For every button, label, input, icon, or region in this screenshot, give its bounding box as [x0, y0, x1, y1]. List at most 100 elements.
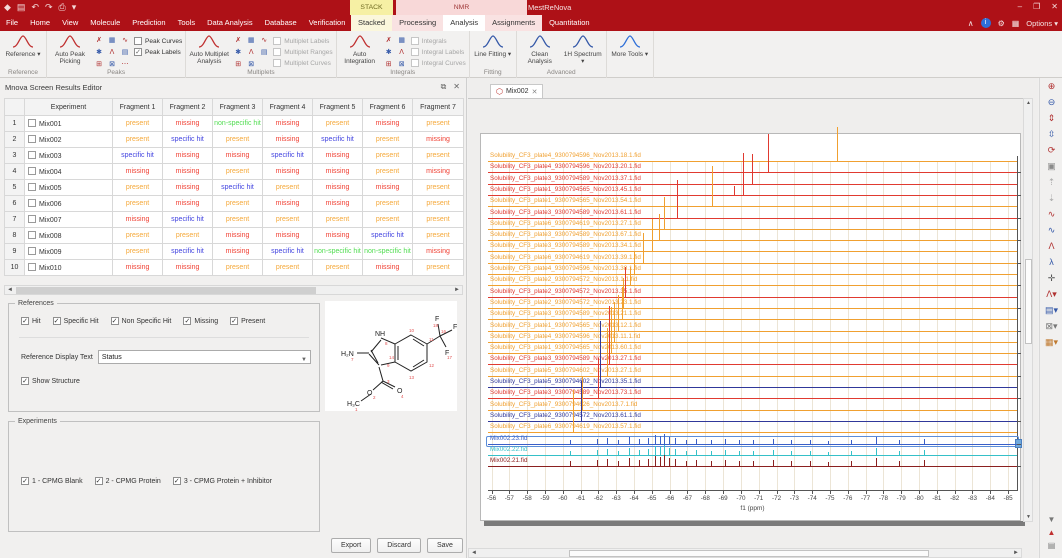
spectrum-trace-15[interactable]: [488, 307, 1017, 309]
status-cell[interactable]: present: [212, 259, 263, 276]
small-tool-icon[interactable]: ✗: [93, 35, 105, 46]
spectrum-trace-18[interactable]: [488, 274, 1017, 275]
scroll-up-icon[interactable]: ▲: [1024, 100, 1033, 106]
small-tool-icon[interactable]: ▤: [119, 47, 131, 58]
stacked-spectra-plot[interactable]: -56 -57 -58 -59 -60 -61 -62 -63 -64 -65 -66 -67 -68 -…: [486, 127, 1031, 512]
spectrum-trace-17[interactable]: [488, 285, 1017, 287]
vertical-scrollbar-thumb[interactable]: [1025, 259, 1032, 344]
status-cell[interactable]: missing: [262, 195, 313, 212]
print-icon[interactable]: ⎙: [59, 1, 66, 14]
status-cell[interactable]: present: [412, 227, 464, 244]
undo-icon[interactable]: ↶: [31, 1, 39, 14]
spectrum-trace-8[interactable]: [488, 387, 1017, 388]
status-cell[interactable]: missing: [212, 147, 263, 164]
experiment-cell[interactable]: Mix010: [24, 259, 113, 276]
column-header-row-number[interactable]: [4, 98, 25, 116]
spectrum-trace-10[interactable]: [488, 364, 1017, 366]
table-row-mix009[interactable]: 9 Mix009 present specific hit missing specifi…: [4, 243, 464, 260]
status-cell[interactable]: missing: [162, 259, 213, 276]
spectrum-label-8[interactable]: Solubility_CF3_plate5_9300794602_Nov2013…: [490, 378, 641, 385]
spectrum-label-6[interactable]: Solubility_CF3_plate7_9300794626_Nov2013…: [490, 401, 637, 408]
status-cell[interactable]: missing: [262, 131, 313, 148]
experiment-cell[interactable]: Mix002: [24, 131, 113, 148]
status-cell[interactable]: present: [112, 195, 163, 212]
status-cell[interactable]: specific hit: [212, 179, 263, 196]
table-row-mix003[interactable]: 3 Mix003 specific hit missing missing specifi…: [4, 147, 464, 164]
status-cell[interactable]: missing: [112, 259, 163, 276]
horizontal-scrollbar[interactable]: ◄ ►: [468, 548, 1022, 558]
status-cell[interactable]: present: [162, 227, 213, 244]
reference-button[interactable]: Reference ▾: [3, 33, 43, 68]
auto-integration-button[interactable]: Auto Integration: [340, 33, 380, 68]
status-cell[interactable]: missing: [312, 163, 363, 180]
small-tool-icon[interactable]: ▦: [396, 35, 408, 46]
small-tool-icon[interactable]: ∿: [258, 35, 270, 46]
status-cell[interactable]: missing: [412, 243, 464, 260]
restore-button[interactable]: ❐: [1033, 1, 1040, 13]
clean-analysis-button[interactable]: Clean Analysis: [520, 33, 560, 68]
status-cell[interactable]: present: [212, 131, 263, 148]
column-header-fragment-3[interactable]: Fragment 3: [212, 98, 263, 116]
horizontal-scrollbar-thumb[interactable]: [569, 550, 929, 557]
status-cell[interactable]: non-specific hit: [312, 243, 363, 260]
spectrum-label-10[interactable]: Solubility_CF3_plate3_9300794589_Nov2013…: [490, 355, 641, 362]
table-row-mix002[interactable]: 2 Mix002 present specific hit present missing…: [4, 131, 464, 148]
checkbox-box[interactable]: ✓: [183, 317, 192, 325]
menu-item-tools[interactable]: Tools: [172, 15, 202, 31]
status-cell[interactable]: specific hit: [312, 131, 363, 148]
gallery-menu-icon[interactable]: ▦▾: [1040, 334, 1062, 350]
spectrum-label-25[interactable]: Solubility_CF3_plate1_9300794565_Nov2013…: [490, 186, 641, 193]
spectrum-trace-25[interactable]: [488, 194, 1017, 196]
spectrum-trace-4[interactable]: [488, 432, 1017, 434]
spectrum-trace-26[interactable]: [488, 183, 1017, 185]
column-header-fragment-2[interactable]: Fragment 2: [162, 98, 213, 116]
small-tool-icon[interactable]: ▦: [245, 35, 257, 46]
status-cell[interactable]: present: [112, 131, 163, 148]
checkbox-box[interactable]: ✓: [94, 477, 103, 485]
status-cell[interactable]: missing: [162, 179, 213, 196]
scroll-right-icon[interactable]: ►: [452, 286, 462, 295]
checkbox-missing[interactable]: ✓ Missing: [183, 317, 218, 325]
checkbox-box[interactable]: ✓: [21, 377, 29, 385]
table-horizontal-scrollbar[interactable]: ◄ ►: [4, 285, 463, 295]
status-cell[interactable]: present: [262, 259, 313, 276]
small-tool-icon[interactable]: ✱: [232, 47, 244, 58]
spectrum-trace-14[interactable]: [488, 319, 1017, 321]
spectrum-label-7[interactable]: Solubility_CF3_plate3_9300794589_Nov2013…: [490, 389, 641, 396]
checkbox-box[interactable]: ✓: [134, 48, 142, 56]
status-cell[interactable]: specific hit: [162, 211, 213, 228]
status-cell[interactable]: missing: [312, 227, 363, 244]
row-checkbox[interactable]: [28, 215, 36, 223]
table-row-mix007[interactable]: 7 Mix007 missing specific hit present present…: [4, 211, 464, 228]
table-row-mix010[interactable]: 10 Mix010 missing missing present present pres…: [4, 259, 464, 276]
spectrum-trace-11[interactable]: [488, 353, 1017, 355]
checkbox-present[interactable]: ✓ Present: [230, 317, 265, 325]
menu-item-file[interactable]: File: [0, 15, 24, 31]
column-header-fragment-1[interactable]: Fragment 1: [112, 98, 163, 116]
spectrum-trace-3[interactable]: [488, 443, 1017, 445]
column-header-experiment[interactable]: Experiment: [24, 98, 113, 116]
status-cell[interactable]: missing: [212, 227, 263, 244]
gear-icon[interactable]: ⚙: [998, 16, 1005, 31]
peak-by-peak-icon[interactable]: λ: [1040, 254, 1062, 270]
info-icon[interactable]: i: [980, 18, 991, 28]
small-tool-icon[interactable]: Λ: [245, 47, 257, 58]
column-header-fragment-4[interactable]: Fragment 4: [262, 98, 313, 116]
column-header-fragment-5[interactable]: Fragment 5: [312, 98, 363, 116]
quick-access-dropdown-icon[interactable]: ▾: [72, 1, 77, 14]
row-checkbox[interactable]: [28, 167, 36, 175]
menu-item-home[interactable]: Home: [24, 15, 56, 31]
document-tab-mix002[interactable]: ⬡ Mix002 ✕: [490, 84, 544, 98]
row-checkbox[interactable]: [28, 151, 36, 159]
checkbox-2-cpmg-protein[interactable]: ✓ 2 - CPMG Protein: [94, 477, 161, 485]
small-tool-icon[interactable]: Λ: [106, 47, 118, 58]
minimize-button[interactable]: –: [1018, 1, 1022, 13]
small-tool-icon[interactable]: ∿: [119, 35, 131, 46]
row-checkbox[interactable]: [28, 119, 36, 127]
row-checkbox[interactable]: [28, 263, 36, 271]
scroll-left-icon[interactable]: ◄: [469, 549, 479, 558]
tab-analysis[interactable]: Analysis: [443, 15, 486, 31]
status-cell[interactable]: missing: [362, 115, 413, 132]
status-cell[interactable]: present: [262, 211, 313, 228]
line-fitting-button[interactable]: Line Fitting ▾: [473, 33, 513, 68]
